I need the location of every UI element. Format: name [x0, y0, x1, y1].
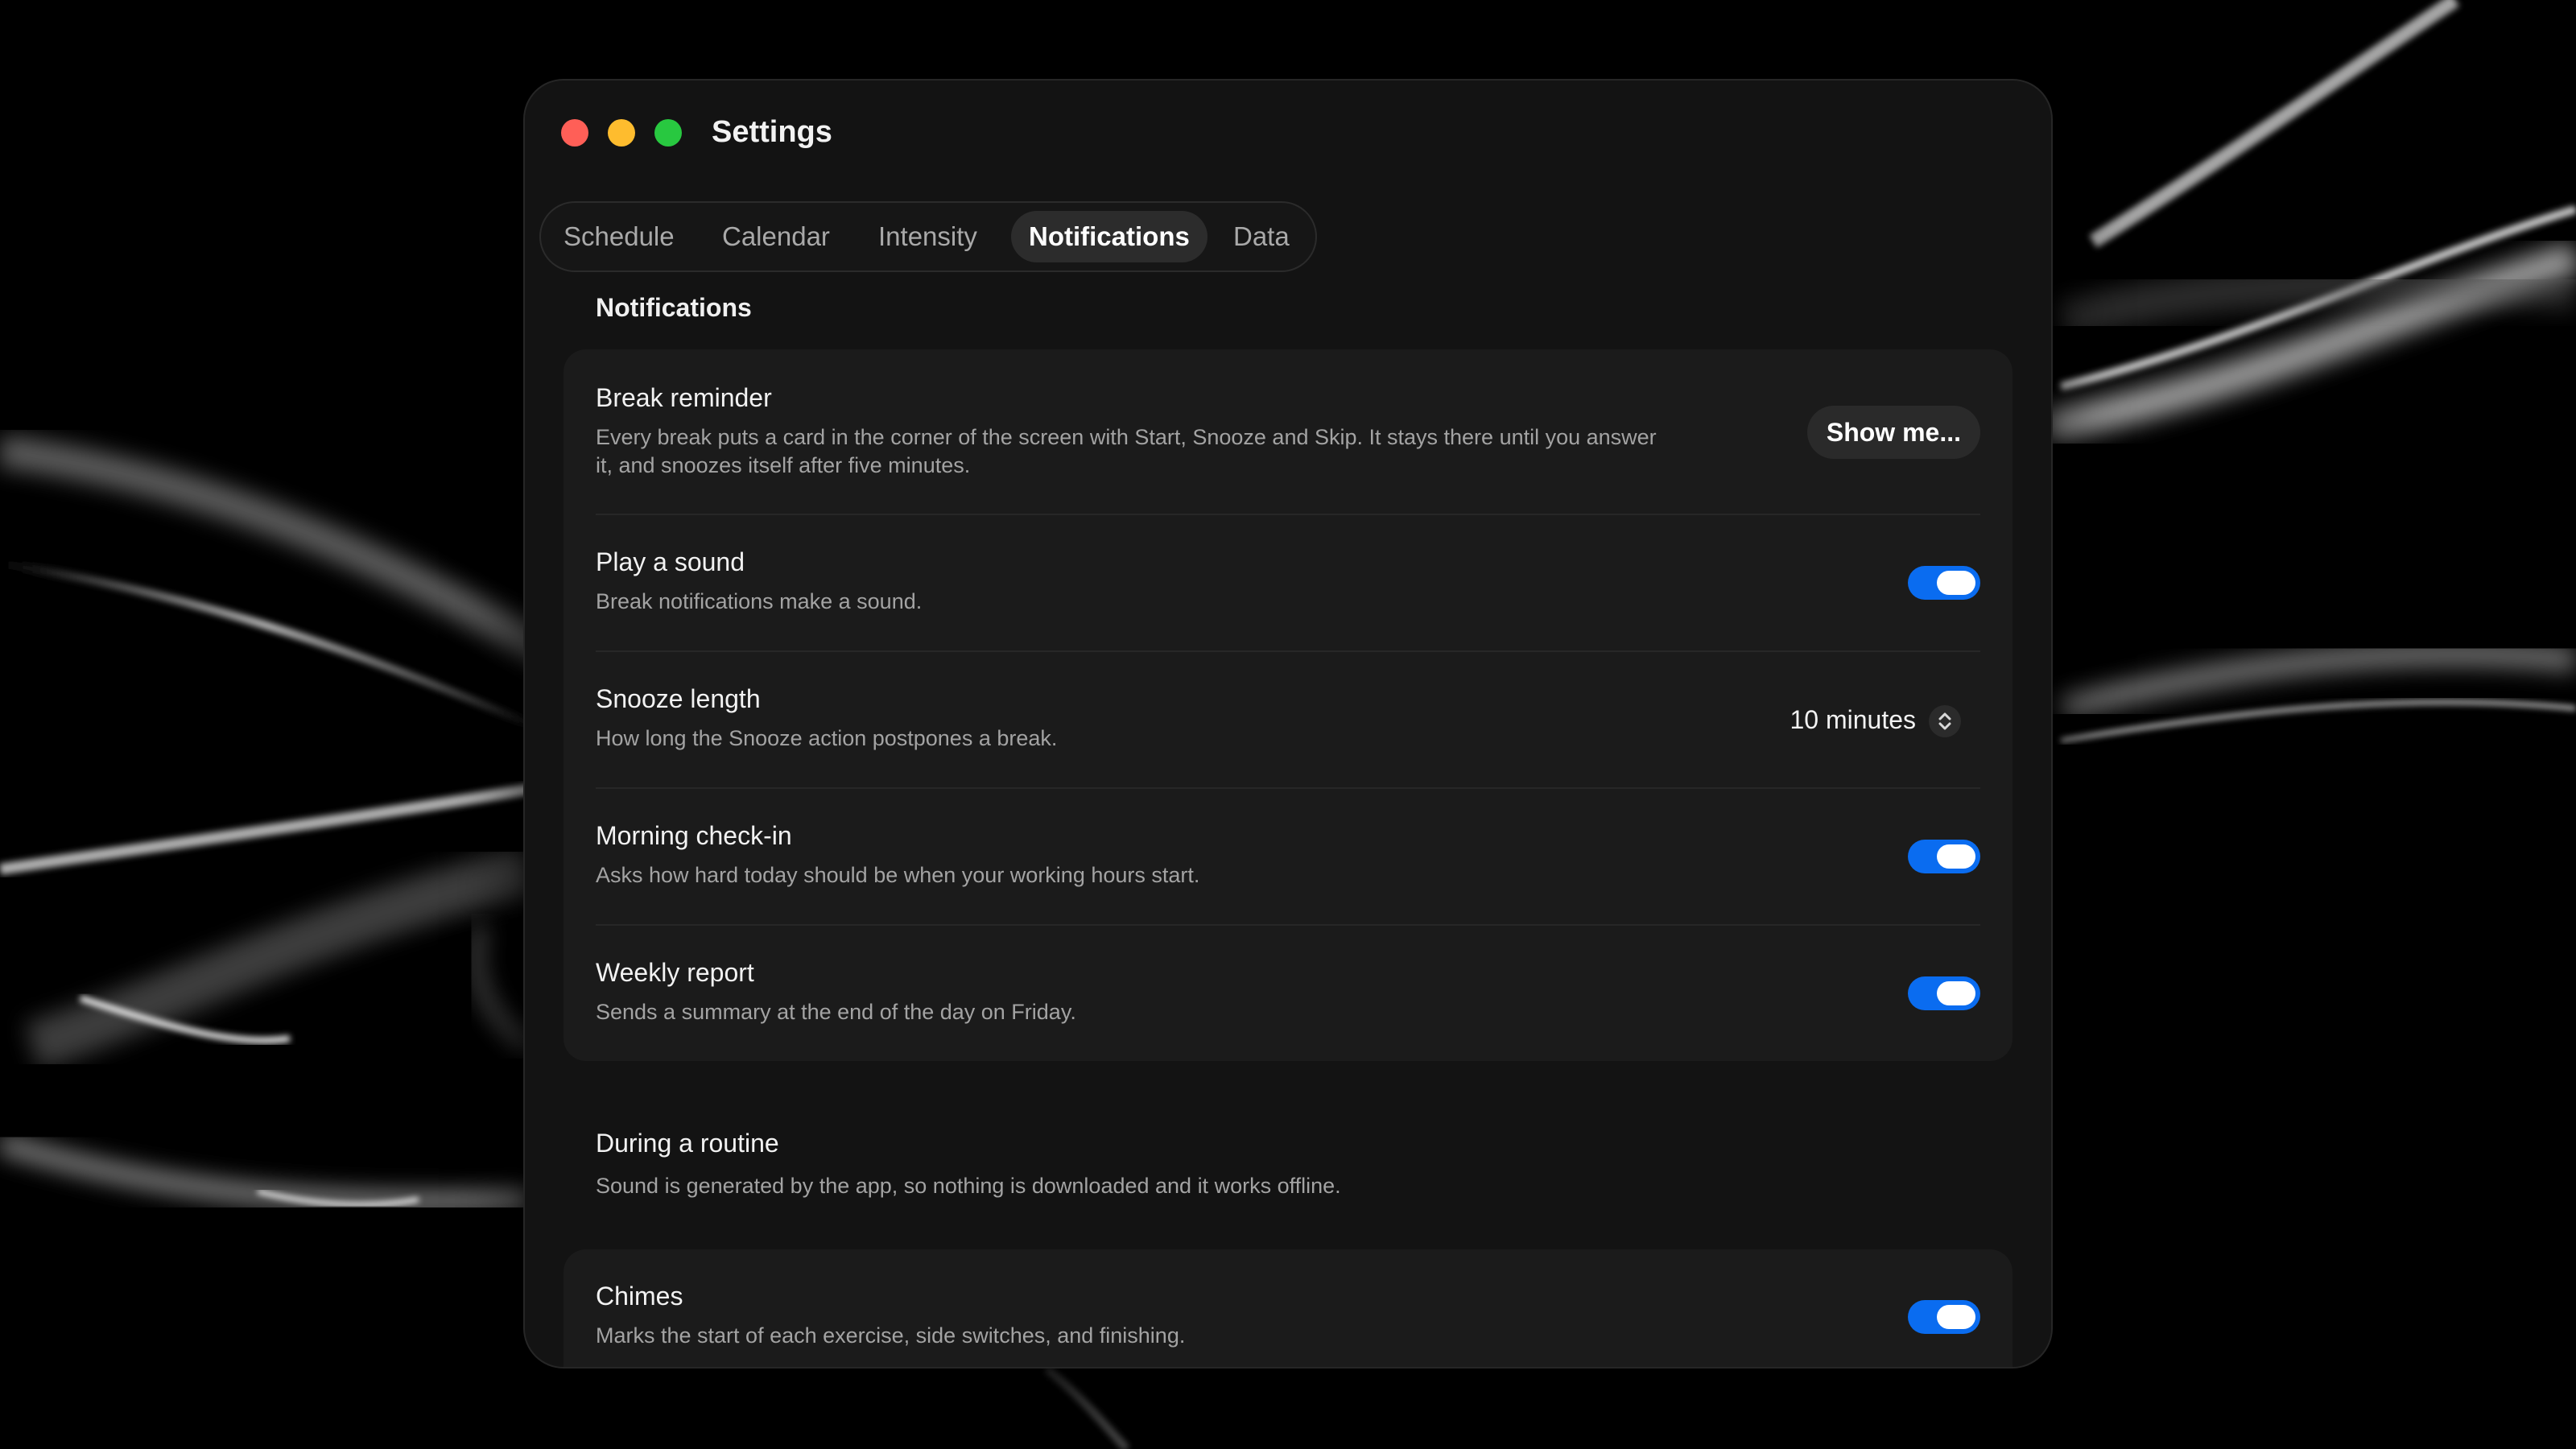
play-sound-description: Break notifications make a sound. [596, 589, 923, 613]
break-reminder-row: Break reminder Every break puts a card i… [564, 349, 2013, 514]
play-sound-toggle[interactable] [1908, 566, 1980, 600]
break-reminder-description-line2: it, and snoozes itself after five minute… [596, 453, 971, 477]
notifications-section-title: Notifications [596, 293, 752, 322]
toggle-knob [1937, 844, 1975, 869]
toggle-knob [1937, 571, 1975, 595]
toggle-knob [1937, 981, 1975, 1005]
snooze-length-description: How long the Snooze action postpones a b… [596, 726, 1058, 750]
chimes-title: Chimes [596, 1282, 683, 1311]
tab-notifications[interactable]: Notifications [1011, 211, 1208, 262]
weekly-report-toggle[interactable] [1908, 976, 1980, 1010]
chevron-up-down-icon[interactable] [1929, 705, 1961, 737]
break-reminder-description-line1: Every break puts a card in the corner of… [596, 425, 1657, 449]
window-title: Settings [712, 115, 832, 149]
break-reminder-title: Break reminder [596, 383, 772, 412]
play-sound-title: Play a sound [596, 547, 745, 576]
during-routine-description: Sound is generated by the app, so nothin… [596, 1174, 1341, 1198]
play-sound-row: Play a sound Break notifications make a … [564, 515, 2013, 650]
zoom-window-button[interactable] [654, 119, 682, 147]
weekly-report-row: Weekly report Sends a summary at the end… [564, 926, 2013, 1061]
minimize-window-button[interactable] [608, 119, 635, 147]
morning-checkin-title: Morning check-in [596, 821, 792, 850]
weekly-report-description: Sends a summary at the end of the day on… [596, 1000, 1076, 1024]
chimes-row: Chimes Marks the start of each exercise,… [564, 1249, 2013, 1367]
notifications-card: Break reminder Every break puts a card i… [564, 349, 2013, 1061]
toggle-knob [1937, 1305, 1975, 1329]
weekly-report-title: Weekly report [596, 958, 754, 987]
snooze-length-row: Snooze length How long the Snooze action… [564, 652, 2013, 787]
snooze-length-title: Snooze length [596, 684, 761, 713]
close-window-button[interactable] [561, 119, 588, 147]
morning-checkin-toggle[interactable] [1908, 840, 1980, 873]
morning-checkin-row: Morning check-in Asks how hard today sho… [564, 789, 2013, 924]
morning-checkin-description: Asks how hard today should be when your … [596, 863, 1200, 887]
tab-schedule[interactable]: Schedule [546, 211, 692, 262]
show-me-button[interactable]: Show me... [1806, 406, 1980, 459]
tab-data[interactable]: Data [1216, 211, 1307, 262]
snooze-length-value[interactable]: 10 minutes [1790, 705, 1916, 735]
tab-calendar[interactable]: Calendar [704, 211, 848, 262]
chimes-card: Chimes Marks the start of each exercise,… [564, 1249, 2013, 1367]
during-routine-title: During a routine [596, 1129, 779, 1158]
settings-tabbar: Schedule Calendar Intensity Notification… [539, 201, 1317, 272]
chimes-description: Marks the start of each exercise, side s… [596, 1323, 1186, 1348]
chimes-toggle[interactable] [1908, 1300, 1980, 1334]
tab-intensity[interactable]: Intensity [861, 211, 995, 262]
